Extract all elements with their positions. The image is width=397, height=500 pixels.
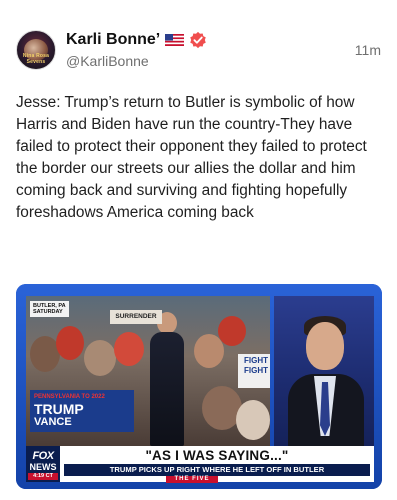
social-post: Nina Rosa Sevens Karli Bonne’ @KarliBonn… [0,0,397,500]
crowd-member [218,316,246,346]
speaker-figure [150,332,184,446]
author-display-name[interactable]: Karli Bonne’ [66,31,160,49]
fox-logo-bottom: NEWS [29,462,57,472]
rally-sign-top: PENNSYLVANIA TO 2022 [34,394,105,400]
fight-sign: FIGHT FIGHT [238,354,270,388]
crowd-member [56,326,84,360]
rally-sign-vance: VANCE [34,416,72,428]
fox-news-logo: FOX NEWS 4:19 CT [26,446,60,482]
post-timestamp[interactable]: 11m [355,42,381,58]
fox-logo-top: FOX [32,450,54,462]
post-body: Jesse: Trump’s return to Butler is symbo… [16,94,367,221]
crowd-member [236,400,270,440]
anchor-head [306,322,344,370]
location-dateline: BUTLER, PA SATURDAY [30,301,69,317]
trump-vance-sign: PENNSYLVANIA TO 2022 TRUMP VANCE [30,390,134,432]
crowd-member [114,332,144,366]
post-video-thumbnail[interactable]: SURRENDER FIGHT FIGHT PENNSYLVANIA TO 20… [16,284,382,489]
broadcast-time: 4:19 CT [28,473,58,480]
show-name-badge: THE FIVE [166,476,218,483]
author-name-row: Karli Bonne’ [66,30,207,50]
rally-footage: SURRENDER FIGHT FIGHT PENNSYLVANIA TO 20… [26,296,270,446]
author-avatar[interactable]: Nina Rosa Sevens [16,30,56,70]
crowd-member [84,340,116,376]
verified-badge-icon [190,31,206,49]
us-flag-icon [165,34,185,46]
author-handle[interactable]: @KarliBonne [66,53,149,69]
surrender-sign: SURRENDER [110,310,162,324]
anchor-camera [274,296,374,446]
chyron-subheadline: TRUMP PICKS UP RIGHT WHERE HE LEFT OFF I… [64,464,370,476]
rally-sign-trump: TRUMP [34,401,84,417]
chyron-headline: "AS I WAS SAYING..." [145,448,289,463]
avatar-caption: Nina Rosa Sevens [22,53,50,65]
